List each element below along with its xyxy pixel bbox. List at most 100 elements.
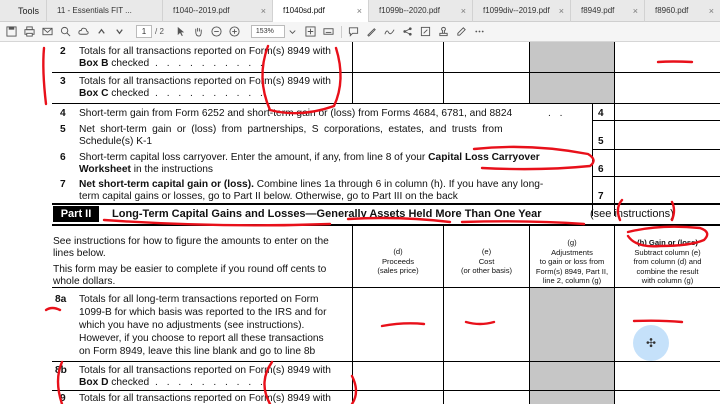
line-text: checked xyxy=(108,58,150,69)
pdf-page: 2 Totals for all transactions reported o… xyxy=(0,42,720,404)
col-head-line: Subtract column (e) xyxy=(634,247,701,257)
line-text: However, if you choose to report all the… xyxy=(79,333,324,344)
column-divider xyxy=(352,42,353,104)
col-head-line: (d) xyxy=(393,247,403,256)
zoom-select[interactable]: 153% xyxy=(250,25,285,38)
tab-f1040sd[interactable]: f1040sd.pdf × xyxy=(272,0,368,22)
col-head-line: (e) xyxy=(481,247,492,256)
tab-f1099div[interactable]: f1099div--2019.pdf × xyxy=(472,0,570,22)
edit-icon[interactable] xyxy=(419,25,432,38)
line-text-bold: Capital Loss Carryover xyxy=(428,152,540,163)
tab-f8949[interactable]: f8949.pdf × xyxy=(570,0,644,22)
prev-page-icon[interactable] xyxy=(95,25,108,38)
shaded-cell xyxy=(530,42,614,104)
column-header-d: (d) Proceeds (sales price) xyxy=(353,247,443,276)
tab-f8960[interactable]: f8960.pdf × xyxy=(644,0,720,22)
box-number: 6 xyxy=(598,164,604,175)
close-icon[interactable]: × xyxy=(261,6,266,16)
part-ii-title: Long-Term Capital Gains and Losses—Gener… xyxy=(112,208,542,220)
col-head-line: (sales price) xyxy=(377,266,419,275)
save-icon[interactable] xyxy=(5,25,18,38)
close-icon[interactable]: × xyxy=(633,6,638,16)
tab-label: f8949.pdf xyxy=(581,6,615,15)
line-text: Box C checked . . . . . . . . . . xyxy=(79,88,266,99)
line-text-bold: Box D xyxy=(79,377,109,388)
close-icon[interactable]: × xyxy=(357,6,362,16)
column-divider xyxy=(443,42,444,104)
cloud-icon[interactable] xyxy=(77,25,90,38)
line-text: Short-term capital loss carryover. Enter… xyxy=(79,152,540,164)
part-ii-label: Part II xyxy=(53,206,99,222)
hand-icon[interactable] xyxy=(192,25,205,38)
line-text: Totals for all transactions reported on … xyxy=(79,365,331,376)
markup-icon[interactable] xyxy=(455,25,468,38)
close-icon[interactable]: × xyxy=(709,6,714,16)
zoom-in-icon[interactable] xyxy=(228,25,241,38)
line-number: 2 xyxy=(60,46,66,57)
column-divider xyxy=(614,42,615,104)
col-head-line: combine the result xyxy=(636,266,699,276)
shaded-cell xyxy=(530,362,614,390)
box-number: 4 xyxy=(598,108,604,119)
col-head-line: to gain or loss from xyxy=(539,257,605,266)
more-icon[interactable] xyxy=(473,25,486,38)
line-text: checked xyxy=(108,88,150,99)
line-text: checked xyxy=(108,377,150,388)
col-head-line: from column (d) and xyxy=(633,257,702,266)
tab-f1040[interactable]: f1040--2019.pdf × xyxy=(162,0,272,22)
share-icon[interactable] xyxy=(401,25,414,38)
row-divider xyxy=(52,390,720,391)
col-head-line: (g) xyxy=(567,238,577,247)
col-head-line: line 2, column (g) xyxy=(542,276,602,285)
next-page-icon[interactable] xyxy=(113,25,126,38)
stamp-icon[interactable] xyxy=(437,25,450,38)
chevron-down-icon[interactable] xyxy=(286,25,299,38)
zoom-out-icon[interactable] xyxy=(210,25,223,38)
page-number-input[interactable]: 1 xyxy=(136,25,152,38)
tab-label: f1040sd.pdf xyxy=(283,6,325,15)
col-head-line: Proceeds xyxy=(381,256,415,266)
close-icon[interactable]: × xyxy=(559,6,564,16)
row-divider xyxy=(52,103,720,104)
line-number: 5 xyxy=(60,124,66,135)
line-number: 6 xyxy=(60,152,66,163)
line-text: 1099-B for which basis was reported to t… xyxy=(79,307,327,318)
line-text: term capital gains or losses, go to Part… xyxy=(79,191,458,202)
row-divider xyxy=(52,361,720,362)
instruction-text: See instructions for how to figure the a… xyxy=(53,236,329,247)
highlight-icon[interactable] xyxy=(365,25,378,38)
tab-essentials[interactable]: 11 - Essentials FIT ... xyxy=(46,0,162,22)
tab-label: f8960.pdf xyxy=(655,6,689,15)
row-divider xyxy=(52,72,720,73)
comment-icon[interactable] xyxy=(347,25,360,38)
line-text-bold: Box B xyxy=(79,58,109,69)
line-text-bold: Worksheet xyxy=(79,164,131,175)
line-text: on Form 8949, leave this line blank and … xyxy=(79,346,316,357)
sign-icon[interactable] xyxy=(383,25,396,38)
mail-icon[interactable] xyxy=(41,25,54,38)
keyboard-icon[interactable] xyxy=(322,25,335,38)
tab-bar: Tools 11 - Essentials FIT ... f1040--201… xyxy=(0,0,720,22)
cursor-icon[interactable] xyxy=(174,25,187,38)
section-divider xyxy=(52,203,720,205)
tools-menu[interactable]: Tools xyxy=(0,6,46,16)
line-number: 7 xyxy=(60,179,66,190)
close-icon[interactable]: × xyxy=(461,6,466,16)
line-number: 4 xyxy=(60,108,66,119)
print-icon[interactable] xyxy=(23,25,36,38)
line-number: 3 xyxy=(60,76,66,87)
line-text-bold: Net short-term capital gain or (loss). xyxy=(79,179,254,190)
row-divider xyxy=(592,120,720,121)
part-ii-subtitle: (see instructions) xyxy=(590,208,674,220)
line-text: in the instructions xyxy=(130,164,214,175)
section-divider xyxy=(52,224,720,226)
line-text: Box D checked . . . . . . . . . . xyxy=(79,377,266,388)
box-number: 5 xyxy=(598,136,604,147)
line-number: 9 xyxy=(60,393,66,404)
row-divider xyxy=(52,287,720,288)
shaded-cell xyxy=(530,288,614,361)
line-text: Short-term gain from Form 6252 and short… xyxy=(79,108,513,119)
tab-f1099b[interactable]: f1099b--2020.pdf × xyxy=(368,0,472,22)
search-icon[interactable] xyxy=(59,25,72,38)
fit-page-icon[interactable] xyxy=(304,25,317,38)
